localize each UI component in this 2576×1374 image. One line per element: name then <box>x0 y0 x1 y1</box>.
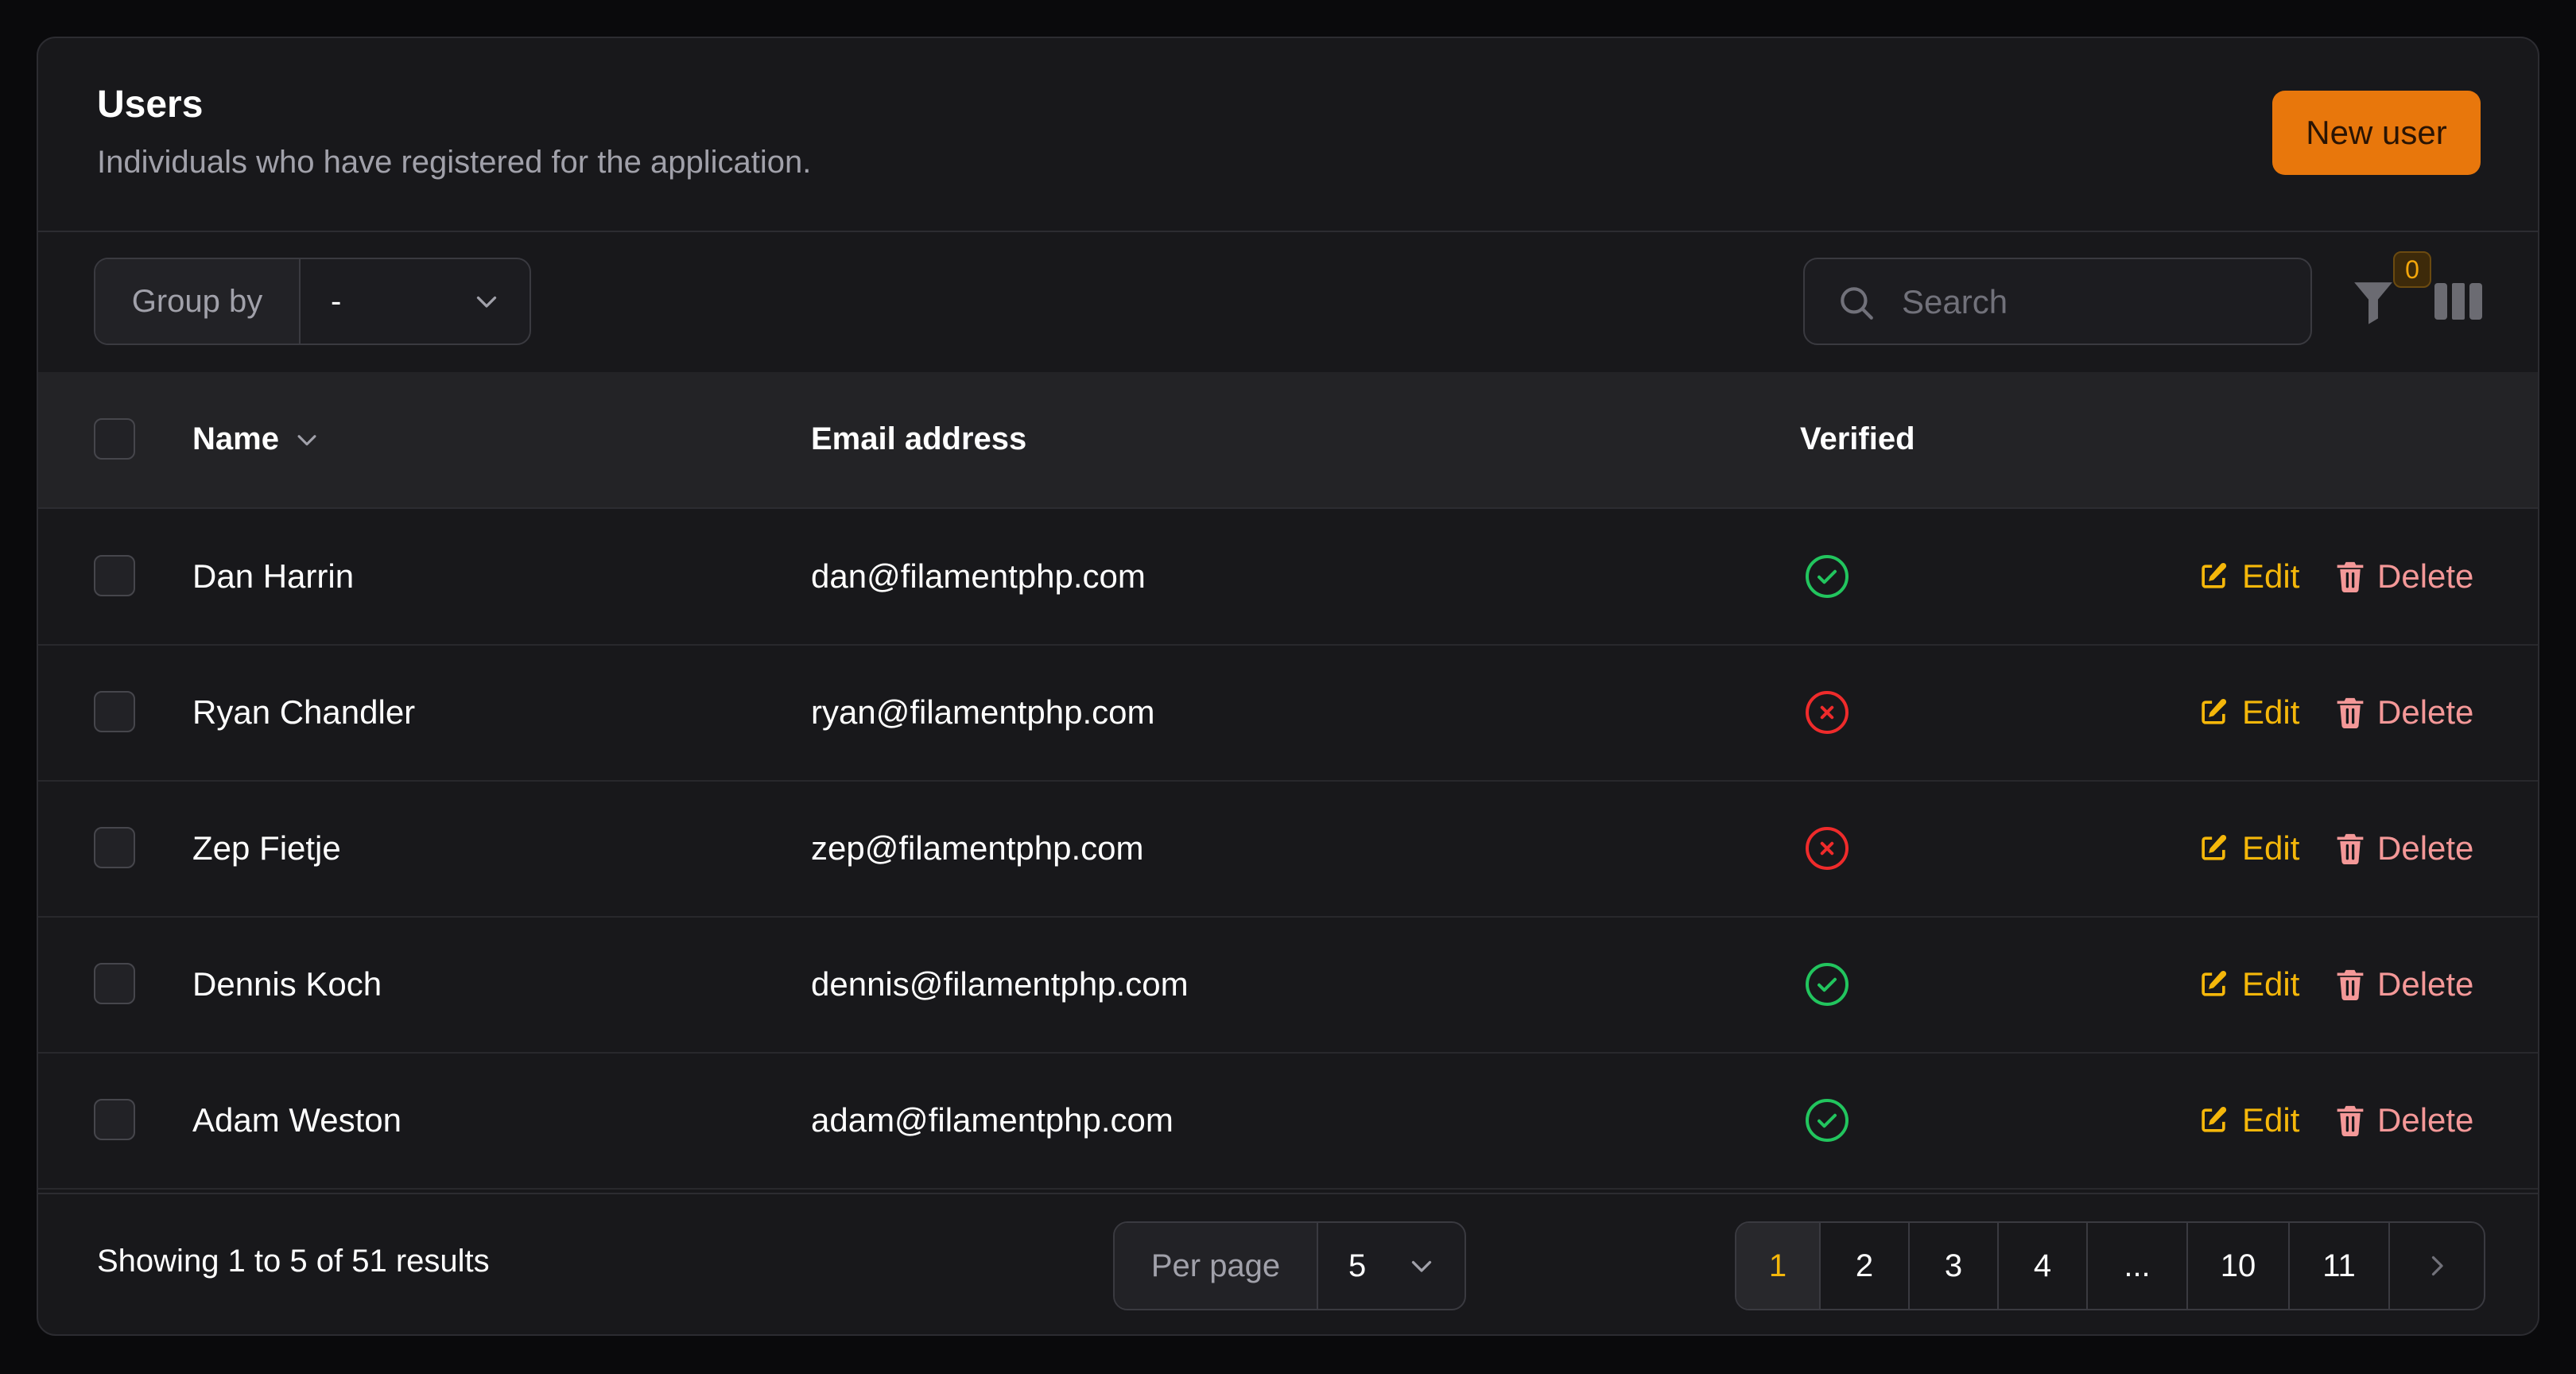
per-page-select[interactable]: Per page 5 <box>1113 1221 1466 1310</box>
trash-icon <box>2337 969 2364 1000</box>
row-checkbox[interactable] <box>94 1099 135 1140</box>
pagination: 1 2 3 4... 10 11 <box>1735 1221 2485 1310</box>
chevron-right-icon <box>2431 1256 2443 1276</box>
search-field[interactable] <box>1803 258 2312 345</box>
user-name: Adam Weston <box>192 1101 402 1139</box>
edit-button[interactable]: Edit <box>2196 693 2299 732</box>
table-header: Users Individuals who have registered fo… <box>38 38 2538 232</box>
pagination-page-1[interactable]: 1 <box>1736 1223 1821 1309</box>
group-by-value[interactable]: - <box>301 259 530 344</box>
user-name: Ryan Chandler <box>192 693 416 731</box>
table-toolbar: Group by - 0 <box>38 231 2538 374</box>
pagination-page-2[interactable]: 2 <box>1821 1223 1910 1309</box>
columns-toggle-icon[interactable] <box>2434 283 2482 320</box>
edit-button[interactable]: Edit <box>2196 1101 2299 1139</box>
edit-icon <box>2202 698 2227 724</box>
per-page-label: Per page <box>1115 1223 1318 1309</box>
user-name: Dennis Koch <box>192 965 382 1003</box>
row-checkbox[interactable] <box>94 963 135 1004</box>
column-header-name[interactable]: Name <box>192 421 320 457</box>
pagination-next-button[interactable] <box>2390 1223 2484 1309</box>
user-name: Dan Harrin <box>192 557 355 595</box>
table-row: Dennis Koch dennis@filamentphp.com Edit … <box>38 917 2538 1054</box>
table-row: Zep Fietje zep@filamentphp.com Edit Dele… <box>38 781 2538 918</box>
group-by-selected: - <box>331 283 342 319</box>
table-footer: Showing 1 to 5 of 51 results Per page 5 … <box>38 1193 2538 1334</box>
results-summary: Showing 1 to 5 of 51 results <box>97 1244 490 1279</box>
group-by-label: Group by <box>95 259 301 344</box>
trash-icon <box>2337 561 2364 593</box>
delete-label: Delete <box>2377 693 2474 731</box>
edit-label: Edit <box>2242 829 2300 867</box>
column-header-email: Email address <box>811 421 1027 456</box>
edit-button[interactable]: Edit <box>2196 557 2299 596</box>
edit-label: Edit <box>2242 557 2300 595</box>
table-row: Dan Harrin dan@filamentphp.com Edit Dele… <box>38 509 2538 646</box>
trash-icon <box>2337 833 2364 864</box>
delete-label: Delete <box>2377 557 2474 595</box>
filter-count-badge: 0 <box>2393 251 2431 288</box>
user-email: zep@filamentphp.com <box>811 829 1144 867</box>
edit-button[interactable]: Edit <box>2196 829 2299 867</box>
delete-button[interactable]: Delete <box>2334 965 2473 1003</box>
search-icon <box>1841 287 1873 320</box>
pagination-page-10[interactable]: 10 <box>2188 1223 2290 1309</box>
delete-button[interactable]: Delete <box>2334 693 2473 732</box>
user-name: Zep Fietje <box>192 829 341 867</box>
verified-check-icon <box>1806 1099 1849 1142</box>
edit-button[interactable]: Edit <box>2196 965 2299 1003</box>
sort-chevron-icon <box>297 434 316 445</box>
pagination-page-4[interactable]: 4 <box>1999 1223 2088 1309</box>
column-header-verified: Verified <box>1800 421 1915 456</box>
select-all-checkbox[interactable] <box>94 418 135 460</box>
pagination-ellipsis: ... <box>2088 1223 2188 1309</box>
chevron-down-icon <box>476 296 497 308</box>
table-row: Ryan Chandler ryan@filamentphp.com Edit … <box>38 645 2538 782</box>
not-verified-x-icon <box>1806 691 1849 734</box>
page-subtitle: Individuals who have registered for the … <box>97 145 812 180</box>
search-input[interactable] <box>1900 259 2285 345</box>
per-page-selected: 5 <box>1348 1248 1367 1283</box>
delete-label: Delete <box>2377 829 2474 867</box>
edit-label: Edit <box>2242 693 2300 731</box>
group-by-select[interactable]: Group by - <box>94 258 531 345</box>
verified-check-icon <box>1806 555 1849 598</box>
user-email: ryan@filamentphp.com <box>811 693 1155 731</box>
user-email: dan@filamentphp.com <box>811 557 1146 595</box>
pagination-page-3[interactable]: 3 <box>1910 1223 1999 1309</box>
pagination-page-11[interactable]: 11 <box>2290 1223 2390 1309</box>
table-row: Adam Weston adam@filamentphp.com Edit De… <box>38 1053 2538 1190</box>
users-table-card: Users Individuals who have registered fo… <box>37 37 2539 1336</box>
edit-icon <box>2202 970 2227 996</box>
column-header-name-label: Name <box>192 421 279 456</box>
edit-label: Edit <box>2242 1101 2300 1139</box>
filter-icon[interactable] <box>2350 277 2396 326</box>
delete-label: Delete <box>2377 965 2474 1003</box>
edit-label: Edit <box>2242 965 2300 1003</box>
row-checkbox[interactable] <box>94 555 135 596</box>
page-title: Users <box>97 83 204 126</box>
table-head: Name Email address Verified <box>38 372 2538 509</box>
delete-button[interactable]: Delete <box>2334 557 2473 596</box>
delete-button[interactable]: Delete <box>2334 829 2473 867</box>
user-email: dennis@filamentphp.com <box>811 965 1189 1003</box>
trash-icon <box>2337 697 2364 729</box>
edit-icon <box>2202 562 2227 588</box>
delete-button[interactable]: Delete <box>2334 1101 2473 1139</box>
delete-label: Delete <box>2377 1101 2474 1139</box>
edit-icon <box>2202 834 2227 860</box>
per-page-value[interactable]: 5 <box>1318 1223 1465 1309</box>
row-checkbox[interactable] <box>94 691 135 732</box>
chevron-down-icon <box>1411 1260 1432 1272</box>
edit-icon <box>2202 1106 2227 1132</box>
trash-icon <box>2337 1105 2364 1136</box>
not-verified-x-icon <box>1806 827 1849 870</box>
new-user-button[interactable]: New user <box>2272 91 2481 175</box>
user-email: adam@filamentphp.com <box>811 1101 1174 1139</box>
verified-check-icon <box>1806 963 1849 1006</box>
row-checkbox[interactable] <box>94 827 135 868</box>
